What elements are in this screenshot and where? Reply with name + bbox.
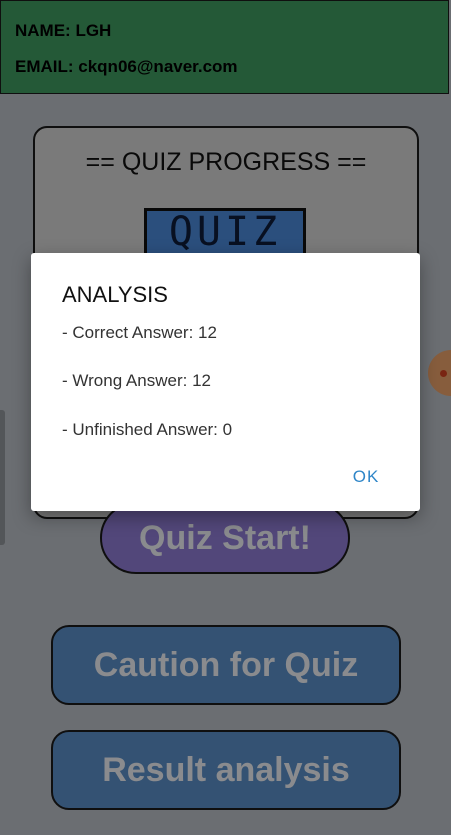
correct-answer-count: - Correct Answer: 12 [62, 323, 217, 342]
unfinished-answer-count: - Unfinished Answer: 0 [62, 420, 233, 439]
app-screen: NAME: LGH EMAIL: ckqn06@naver.com == QUI… [0, 0, 451, 835]
dialog-title: ANALYSIS [62, 282, 168, 307]
analysis-dialog: ANALYSIS - Correct Answer: 12 - Wrong An… [31, 253, 420, 511]
ok-button[interactable]: OK [341, 463, 391, 491]
wrong-answer-count: - Wrong Answer: 12 [62, 371, 211, 390]
